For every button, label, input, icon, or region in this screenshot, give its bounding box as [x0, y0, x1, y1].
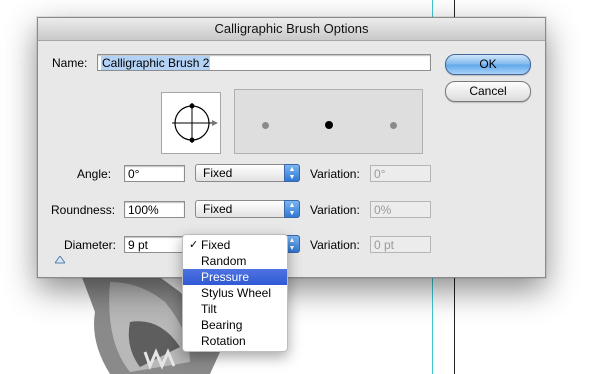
roundness-variation-label: Variation: [310, 203, 360, 217]
brush-shape-icon [172, 103, 218, 143]
angle-variation-label: Variation: [310, 167, 360, 181]
diameter-label: Diameter: [64, 238, 117, 252]
roundness-label: Roundness: [51, 203, 116, 217]
menu-item-pressure[interactable]: Pressure [183, 269, 287, 285]
calligraphic-brush-options-dialog: Calligraphic Brush Options Name: Calligr… [37, 17, 546, 278]
menu-item-rotation[interactable]: Rotation [183, 333, 287, 349]
angle-variation-field[interactable]: 0° [370, 165, 431, 182]
angle-label: Angle: [77, 167, 112, 181]
preview-dot-current [325, 121, 333, 129]
name-label: Name: [52, 56, 88, 70]
diameter-mode-menu: ✓ Fixed Random Pressure Stylus Wheel Til… [182, 234, 288, 352]
diameter-slider-handle[interactable] [55, 256, 65, 264]
checkmark-icon: ✓ [189, 239, 199, 251]
diameter-variation-field[interactable]: 0 pt [370, 236, 431, 253]
preview-dot-min [262, 122, 269, 129]
roundness-field[interactable]: 100% [124, 201, 185, 218]
dialog-title[interactable]: Calligraphic Brush Options [38, 18, 545, 41]
ok-button[interactable]: OK [445, 54, 531, 75]
brush-preview-panel [234, 89, 423, 154]
angle-mode-value: Fixed [203, 166, 233, 180]
menu-item-stylus-wheel[interactable]: Stylus Wheel [183, 285, 287, 301]
name-field[interactable]: Calligraphic Brush 2 [97, 54, 431, 71]
cancel-button[interactable]: Cancel [445, 81, 531, 102]
roundness-mode-value: Fixed [203, 202, 233, 216]
roundness-mode-popup[interactable]: Fixed ▲ ▼ [195, 200, 300, 218]
menu-item-tilt[interactable]: Tilt [183, 301, 287, 317]
angle-mode-popup[interactable]: Fixed ▲ ▼ [195, 164, 300, 182]
diameter-field[interactable]: 9 pt [124, 236, 185, 253]
popup-arrows-icon: ▲ ▼ [284, 200, 300, 218]
diameter-variation-label: Variation: [310, 238, 360, 252]
preview-dot-max [390, 122, 397, 129]
angle-field[interactable]: 0° [124, 165, 185, 182]
name-field-text: Calligraphic Brush 2 [101, 56, 211, 70]
roundness-variation-field[interactable]: 0% [370, 201, 431, 218]
brush-shape-preview[interactable] [161, 92, 221, 154]
popup-arrows-icon: ▲ ▼ [284, 164, 300, 182]
menu-item-random[interactable]: Random [183, 253, 287, 269]
menu-item-bearing[interactable]: Bearing [183, 317, 287, 333]
menu-item-fixed[interactable]: ✓ Fixed [183, 237, 287, 253]
